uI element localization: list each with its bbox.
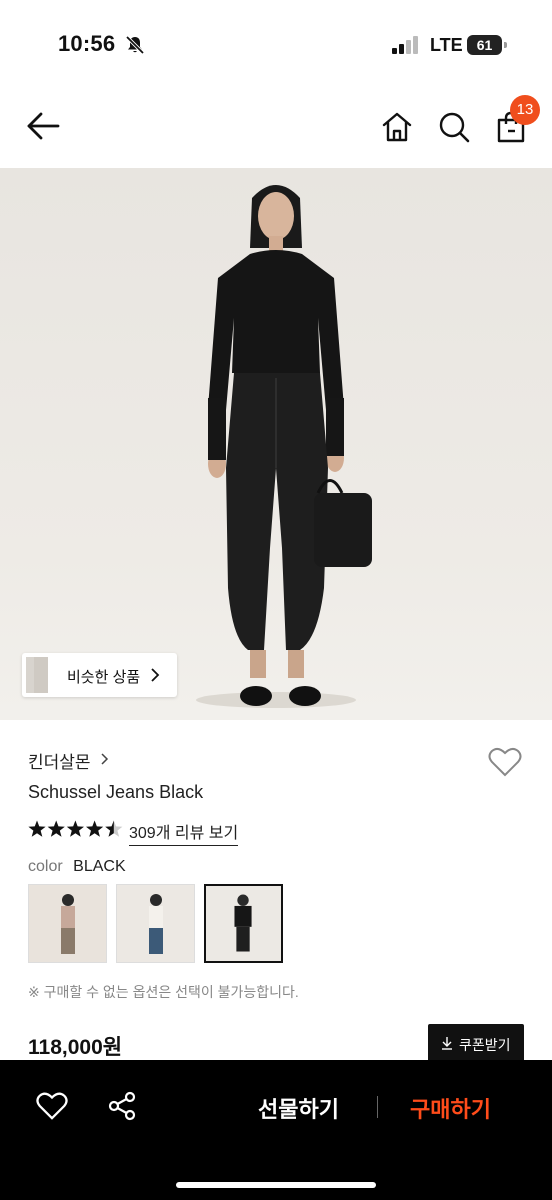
status-bar: 10:56 LTE 61 — [0, 0, 552, 90]
color-option-beige[interactable] — [28, 884, 107, 963]
star-fill — [47, 820, 65, 837]
coupon-button[interactable]: 쿠폰받기 — [428, 1024, 524, 1062]
product-name: Schussel Jeans Black — [28, 782, 204, 802]
heart-icon[interactable] — [488, 746, 522, 778]
color-row: color BLACK — [28, 858, 126, 876]
network-label: LTE — [430, 35, 463, 55]
price: 118,000원 — [28, 1036, 123, 1059]
chevron-right-icon — [151, 668, 160, 682]
share-icon[interactable] — [107, 1091, 137, 1121]
star-fill — [28, 820, 46, 837]
cart-count-badge: 13 — [510, 95, 540, 125]
buy-button[interactable]: 구매하기 — [410, 1092, 491, 1124]
search-icon[interactable] — [438, 111, 470, 143]
coupon-label: 쿠폰받기 — [459, 1037, 511, 1053]
similar-products-label: 비슷한 상품 — [67, 669, 141, 686]
rating-stars — [28, 820, 123, 837]
color-option-black[interactable] — [204, 884, 283, 963]
battery-level: 61 — [467, 35, 502, 55]
download-icon — [442, 1037, 452, 1050]
brand-link[interactable]: 킨더살몬 — [28, 748, 91, 773]
chevron-right-icon — [101, 753, 109, 765]
option-notice: ※ 구매할 수 없는 옵션은 선택이 불가능합니다. — [28, 984, 299, 1000]
product-image[interactable]: 비슷한 상품 — [0, 168, 552, 720]
divider — [377, 1096, 378, 1118]
bell-slash-icon — [125, 35, 145, 55]
back-arrow-icon[interactable] — [26, 111, 60, 141]
star-fill — [86, 820, 104, 837]
star-fill — [66, 820, 84, 837]
heart-icon[interactable] — [36, 1091, 68, 1121]
similar-products-button[interactable]: 비슷한 상품 — [22, 653, 177, 697]
top-nav — [0, 95, 552, 165]
home-icon[interactable] — [381, 111, 413, 143]
gift-button[interactable]: 선물하기 — [258, 1092, 339, 1124]
status-time: 10:56 — [58, 31, 116, 56]
similar-thumbnail — [34, 657, 48, 693]
model-photo — [196, 185, 372, 708]
home-indicator — [176, 1182, 376, 1188]
review-link[interactable]: 309개 리뷰 보기 — [129, 819, 239, 846]
color-label: color — [28, 858, 63, 875]
bottom-action-bar: 선물하기 구매하기 — [0, 1060, 552, 1200]
color-option-blue[interactable] — [116, 884, 195, 963]
signal-icon — [392, 36, 418, 54]
color-value: BLACK — [73, 858, 126, 875]
battery-icon: 61 — [467, 35, 507, 55]
